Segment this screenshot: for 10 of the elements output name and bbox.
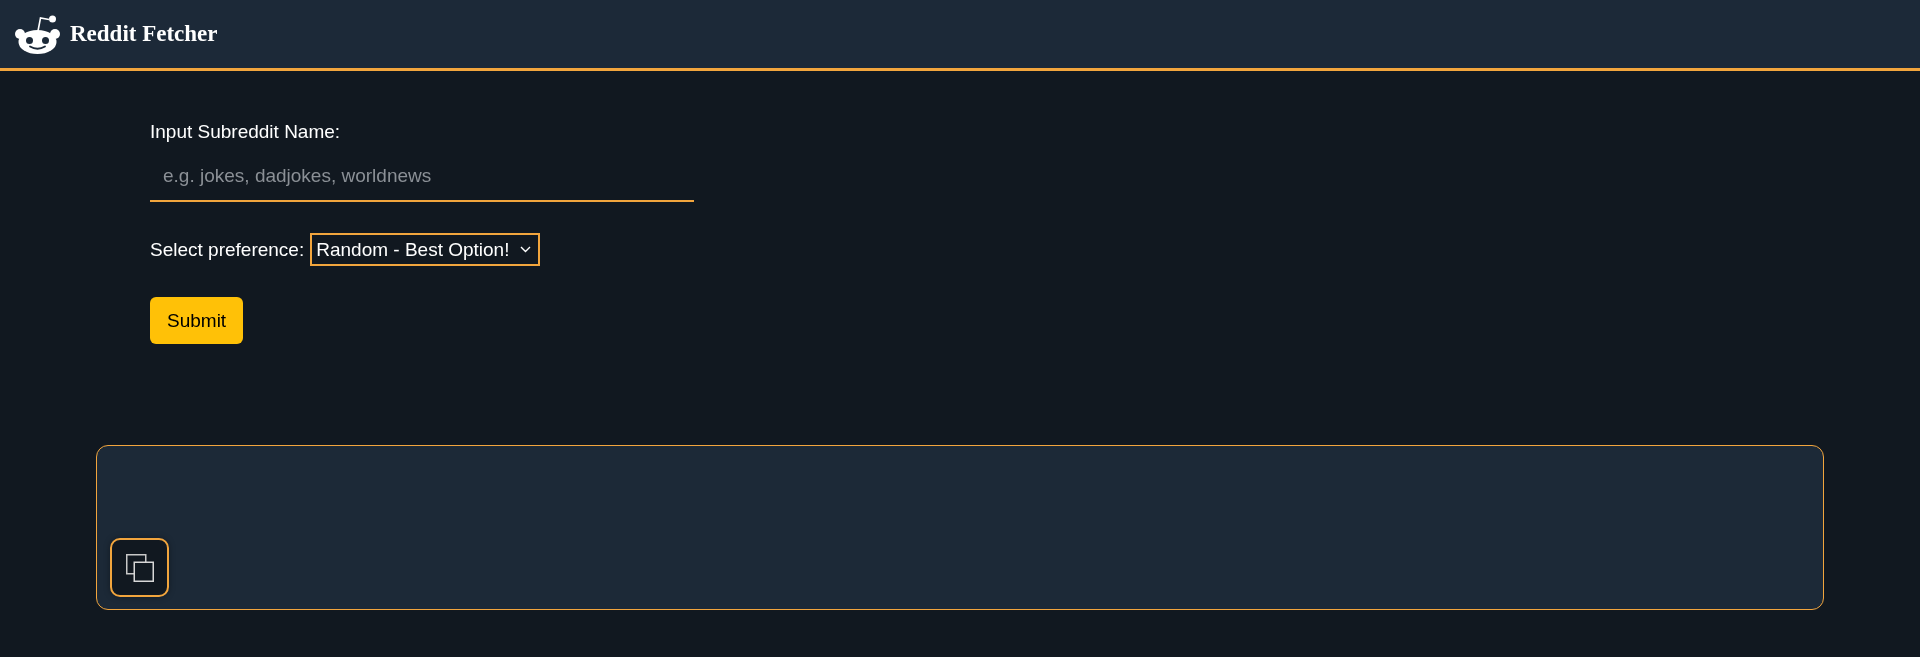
preference-label: Select preference:: [150, 238, 305, 261]
app-title: Reddit Fetcher: [70, 20, 218, 48]
subreddit-label: Input Subreddit Name:: [150, 120, 341, 143]
subreddit-input[interactable]: e.g. jokes, dadjokes, worldnews: [150, 151, 694, 202]
copy-icon: [125, 553, 154, 582]
chevron-down-icon: [520, 246, 532, 253]
alien-logo-icon: [15, 14, 60, 54]
copy-button[interactable]: [110, 538, 169, 597]
submit-button[interactable]: Submit: [150, 297, 244, 344]
preference-select[interactable]: Random - Best Option!: [310, 233, 541, 266]
